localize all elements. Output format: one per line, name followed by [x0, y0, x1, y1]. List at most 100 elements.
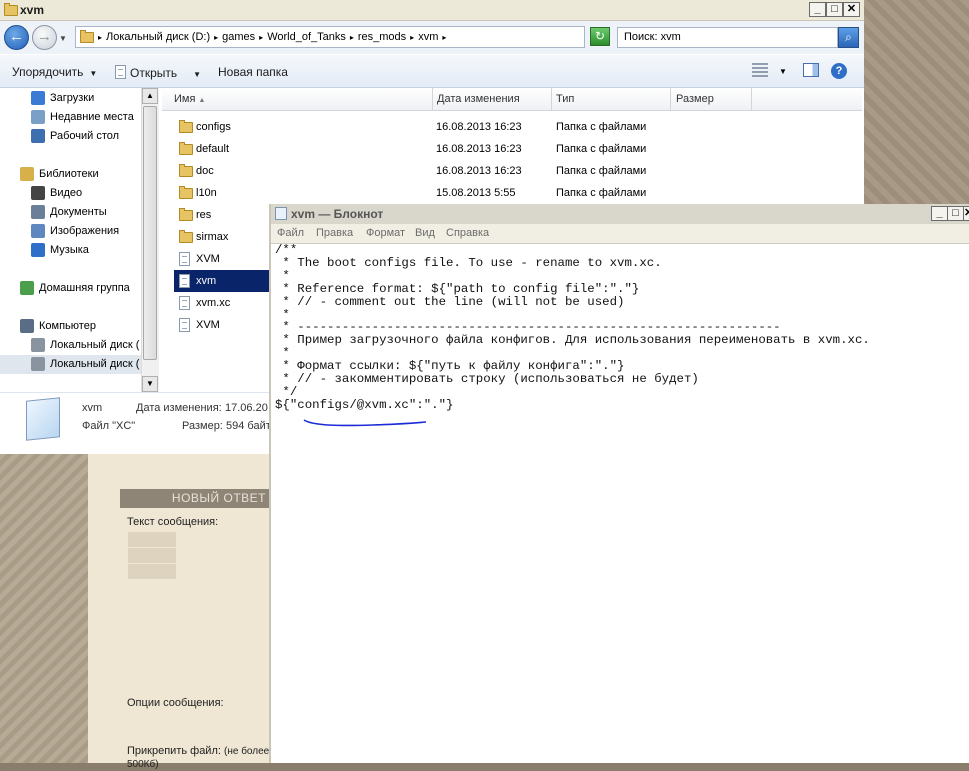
refresh-button[interactable]: ↻ — [590, 27, 610, 46]
column-date[interactable]: Дата изменения — [437, 93, 520, 105]
folder-icon — [179, 120, 193, 133]
organize-button[interactable]: Упорядочить ▼ — [12, 65, 97, 79]
close-button[interactable]: ✕ — [963, 206, 969, 221]
file-name: sirmax — [196, 231, 229, 243]
background-texture — [864, 0, 969, 210]
nav-item[interactable]: Недавние места — [0, 108, 145, 127]
history-dropdown-icon[interactable]: ▼ — [59, 34, 67, 43]
back-arrow-icon: ← — [9, 28, 24, 45]
column-divider[interactable] — [670, 88, 671, 110]
maximize-button[interactable]: □ — [947, 206, 964, 221]
column-divider[interactable] — [751, 88, 752, 110]
file-row[interactable]: xvm — [174, 270, 270, 292]
folder-icon — [179, 186, 193, 199]
nav-item[interactable]: Загрузки — [0, 89, 145, 108]
libraries-icon — [20, 167, 34, 181]
file-icon — [179, 318, 190, 332]
preview-pane-icon[interactable] — [803, 63, 819, 77]
downloads-icon — [31, 91, 45, 105]
notepad-editor[interactable]: /** * The boot configs file. To use - re… — [275, 244, 969, 763]
notepad-title-bar[interactable]: xvm — Блокнот _ □ ✕ — [271, 204, 969, 224]
nav-item[interactable]: Изображения — [0, 222, 145, 241]
menu-help[interactable]: Справка — [446, 227, 489, 239]
file-list-header: Имя ▲ Дата изменения Тип Размер — [162, 88, 862, 111]
folder-icon — [179, 142, 193, 155]
explorer-title-bar[interactable]: xvm _ □ ✕ — [0, 0, 864, 21]
file-date: 15.08.2013 5:55 — [436, 187, 516, 199]
chevron-right-icon[interactable]: ▸ — [98, 33, 102, 42]
nav-item[interactable]: Библиотеки — [0, 165, 145, 184]
menu-edit[interactable]: Правка — [316, 227, 353, 239]
address-bar[interactable]: ▸ Локальный диск (D:) ▸ games ▸ World_of_Tank… — [75, 26, 654, 48]
nav-item-label: Домашняя группа — [39, 282, 130, 294]
notepad-window: xvm — Блокнот _ □ ✕ Файл Правка Формат В… — [269, 204, 969, 763]
file-row[interactable]: default 16.08.2013 16:23 Папка с файлами — [174, 138, 864, 160]
search-input[interactable]: Поиск: xvm — [617, 27, 838, 48]
nav-item[interactable]: Компьютер — [0, 317, 145, 336]
minimize-button[interactable]: _ — [809, 2, 826, 17]
menu-file[interactable]: Файл — [277, 227, 304, 239]
nav-item[interactable]: Локальный диск ( — [0, 336, 145, 355]
chevron-down-icon[interactable]: ▼ — [779, 67, 787, 76]
file-row[interactable]: doc 16.08.2013 16:23 Папка с файлами — [174, 160, 864, 182]
file-row[interactable]: l10n 15.08.2013 5:55 Папка с файлами — [174, 182, 864, 204]
file-name: res — [196, 209, 212, 221]
search-icon[interactable]: ⌕ — [838, 27, 859, 48]
details-modified-label: Дата изменения: — [136, 402, 222, 414]
nav-item-label: Видео — [50, 187, 83, 199]
options-label: Опции сообщения: — [127, 697, 224, 709]
nav-item[interactable]: Локальный диск ( — [0, 355, 141, 374]
breadcrumb-item[interactable]: xvm — [418, 31, 438, 43]
breadcrumb-item[interactable]: Локальный диск (D:) — [106, 31, 210, 43]
column-divider[interactable] — [551, 88, 552, 110]
details-size-value: 594 байт — [226, 420, 271, 432]
column-divider[interactable] — [432, 88, 433, 110]
notepad-menu-bar: Файл Правка Формат Вид Справка — [271, 224, 969, 244]
column-name[interactable]: Имя ▲ — [174, 93, 205, 105]
views-icon[interactable] — [752, 63, 768, 77]
details-size-label: Размер: — [182, 420, 223, 432]
column-type[interactable]: Тип — [556, 93, 574, 105]
chevron-right-icon[interactable]: ▸ — [442, 33, 446, 42]
nav-item[interactable]: Видео — [0, 184, 145, 203]
smiley-panel[interactable] — [128, 531, 176, 579]
menu-format[interactable]: Формат — [366, 227, 405, 239]
chevron-right-icon[interactable]: ▸ — [350, 33, 354, 42]
close-button[interactable]: ✕ — [843, 2, 860, 17]
scroll-thumb[interactable] — [143, 106, 157, 360]
column-size[interactable]: Размер — [676, 93, 714, 105]
breadcrumb-item[interactable]: World_of_Tanks — [267, 31, 346, 43]
maximize-button[interactable]: □ — [826, 2, 843, 17]
breadcrumb-item[interactable]: res_mods — [358, 31, 406, 43]
help-icon[interactable]: ? — [831, 63, 847, 79]
file-row[interactable]: configs 16.08.2013 16:23 Папка с файлами — [174, 116, 864, 138]
file-type: Папка с файлами — [556, 143, 647, 155]
chevron-right-icon[interactable]: ▸ — [410, 33, 414, 42]
menu-view[interactable]: Вид — [415, 227, 435, 239]
nav-item-label: Локальный диск ( — [50, 358, 140, 370]
new-folder-button[interactable]: Новая папка — [218, 65, 288, 79]
nav-item-label: Документы — [50, 206, 107, 218]
folder-icon — [80, 30, 94, 43]
forward-button[interactable]: → — [32, 25, 57, 50]
nav-item[interactable]: Музыка — [0, 241, 145, 260]
file-name: default — [196, 143, 230, 155]
file-date: 16.08.2013 16:23 — [436, 165, 522, 177]
column-name-label: Имя — [174, 93, 196, 105]
chevron-right-icon[interactable]: ▸ — [259, 33, 263, 42]
details-pane: xvm Файл "XC" Дата изменения: 17.06.20 Р… — [0, 392, 272, 454]
file-type: Папка с файлами — [556, 165, 647, 177]
nav-item[interactable]: Рабочий стол — [0, 127, 145, 146]
nav-item[interactable]: Домашняя группа — [0, 279, 145, 298]
notepad-text[interactable]: /** * The boot configs file. To use - re… — [275, 244, 969, 412]
music-icon — [31, 243, 45, 257]
chevron-right-icon[interactable]: ▸ — [214, 33, 218, 42]
breadcrumb: ▸ Локальный диск (D:) ▸ games ▸ World_of_Tank… — [98, 31, 450, 43]
scroll-down-icon[interactable]: ▼ — [142, 376, 158, 392]
details-filename: xvm — [82, 402, 103, 414]
breadcrumb-item[interactable]: games — [222, 31, 255, 43]
minimize-button[interactable]: _ — [931, 206, 948, 221]
nav-item[interactable]: Документы — [0, 203, 145, 222]
open-button[interactable]: Открыть ▼ — [115, 65, 201, 80]
back-button[interactable]: ← — [4, 25, 29, 50]
